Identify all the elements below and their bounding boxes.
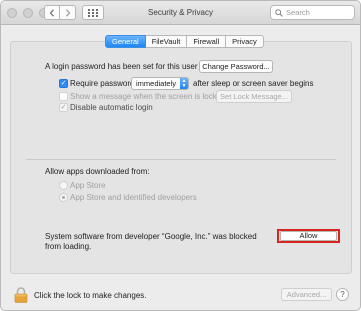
require-password-checkbox[interactable]: ✓ — [59, 79, 68, 88]
login-password-text: A login password has been set for this u… — [45, 62, 198, 71]
tab-bar: General FileVault Firewall Privacy — [105, 35, 264, 48]
disable-auto-login-checkbox[interactable]: ✓ — [59, 103, 68, 112]
blocked-message-line1: System software from developer “Google, … — [45, 232, 257, 241]
search-field[interactable] — [270, 5, 355, 20]
tab-firewall[interactable]: Firewall — [187, 35, 227, 48]
require-password-label: Require password — [70, 79, 135, 88]
updown-arrows-icon: ▲ ▼ — [180, 77, 188, 89]
advanced-button[interactable]: Advanced... — [281, 288, 332, 301]
allow-button[interactable]: Allow — [280, 231, 337, 241]
show-message-checkbox[interactable] — [59, 92, 68, 101]
radio-identified-developers[interactable] — [59, 193, 68, 202]
search-icon — [275, 8, 283, 17]
set-lock-message-button[interactable]: Set Lock Message... — [216, 90, 292, 103]
lock-hint-text: Click the lock to make changes. — [34, 291, 147, 300]
lock-button[interactable] — [14, 287, 28, 305]
tab-filevault[interactable]: FileVault — [145, 35, 188, 48]
require-password-delay-value: immediately — [136, 79, 177, 88]
require-password-suffix: after sleep or screen saver begins — [193, 79, 314, 88]
disable-auto-login-label: Disable automatic login — [70, 103, 153, 112]
lock-icon — [14, 287, 28, 303]
section-divider — [26, 159, 336, 160]
title-bar: Security & Privacy — [1, 1, 360, 25]
radio-app-store[interactable] — [59, 181, 68, 190]
security-privacy-window: Security & Privacy General FileVault Fir… — [0, 0, 361, 311]
tab-general[interactable]: General — [105, 35, 146, 48]
tab-privacy[interactable]: Privacy — [226, 35, 264, 48]
search-input[interactable] — [286, 8, 354, 17]
change-password-button[interactable]: Change Password... — [199, 60, 273, 73]
help-button[interactable]: ? — [336, 288, 349, 301]
radio-identified-developers-label: App Store and identified developers — [70, 193, 197, 202]
require-password-delay-select[interactable]: immediately ▲ ▼ — [131, 77, 189, 90]
blocked-message-line2: from loading. — [45, 242, 92, 251]
show-message-label: Show a message when the screen is locked — [70, 92, 226, 101]
downloads-heading: Allow apps downloaded from: — [45, 167, 150, 176]
radio-app-store-label: App Store — [70, 181, 106, 190]
